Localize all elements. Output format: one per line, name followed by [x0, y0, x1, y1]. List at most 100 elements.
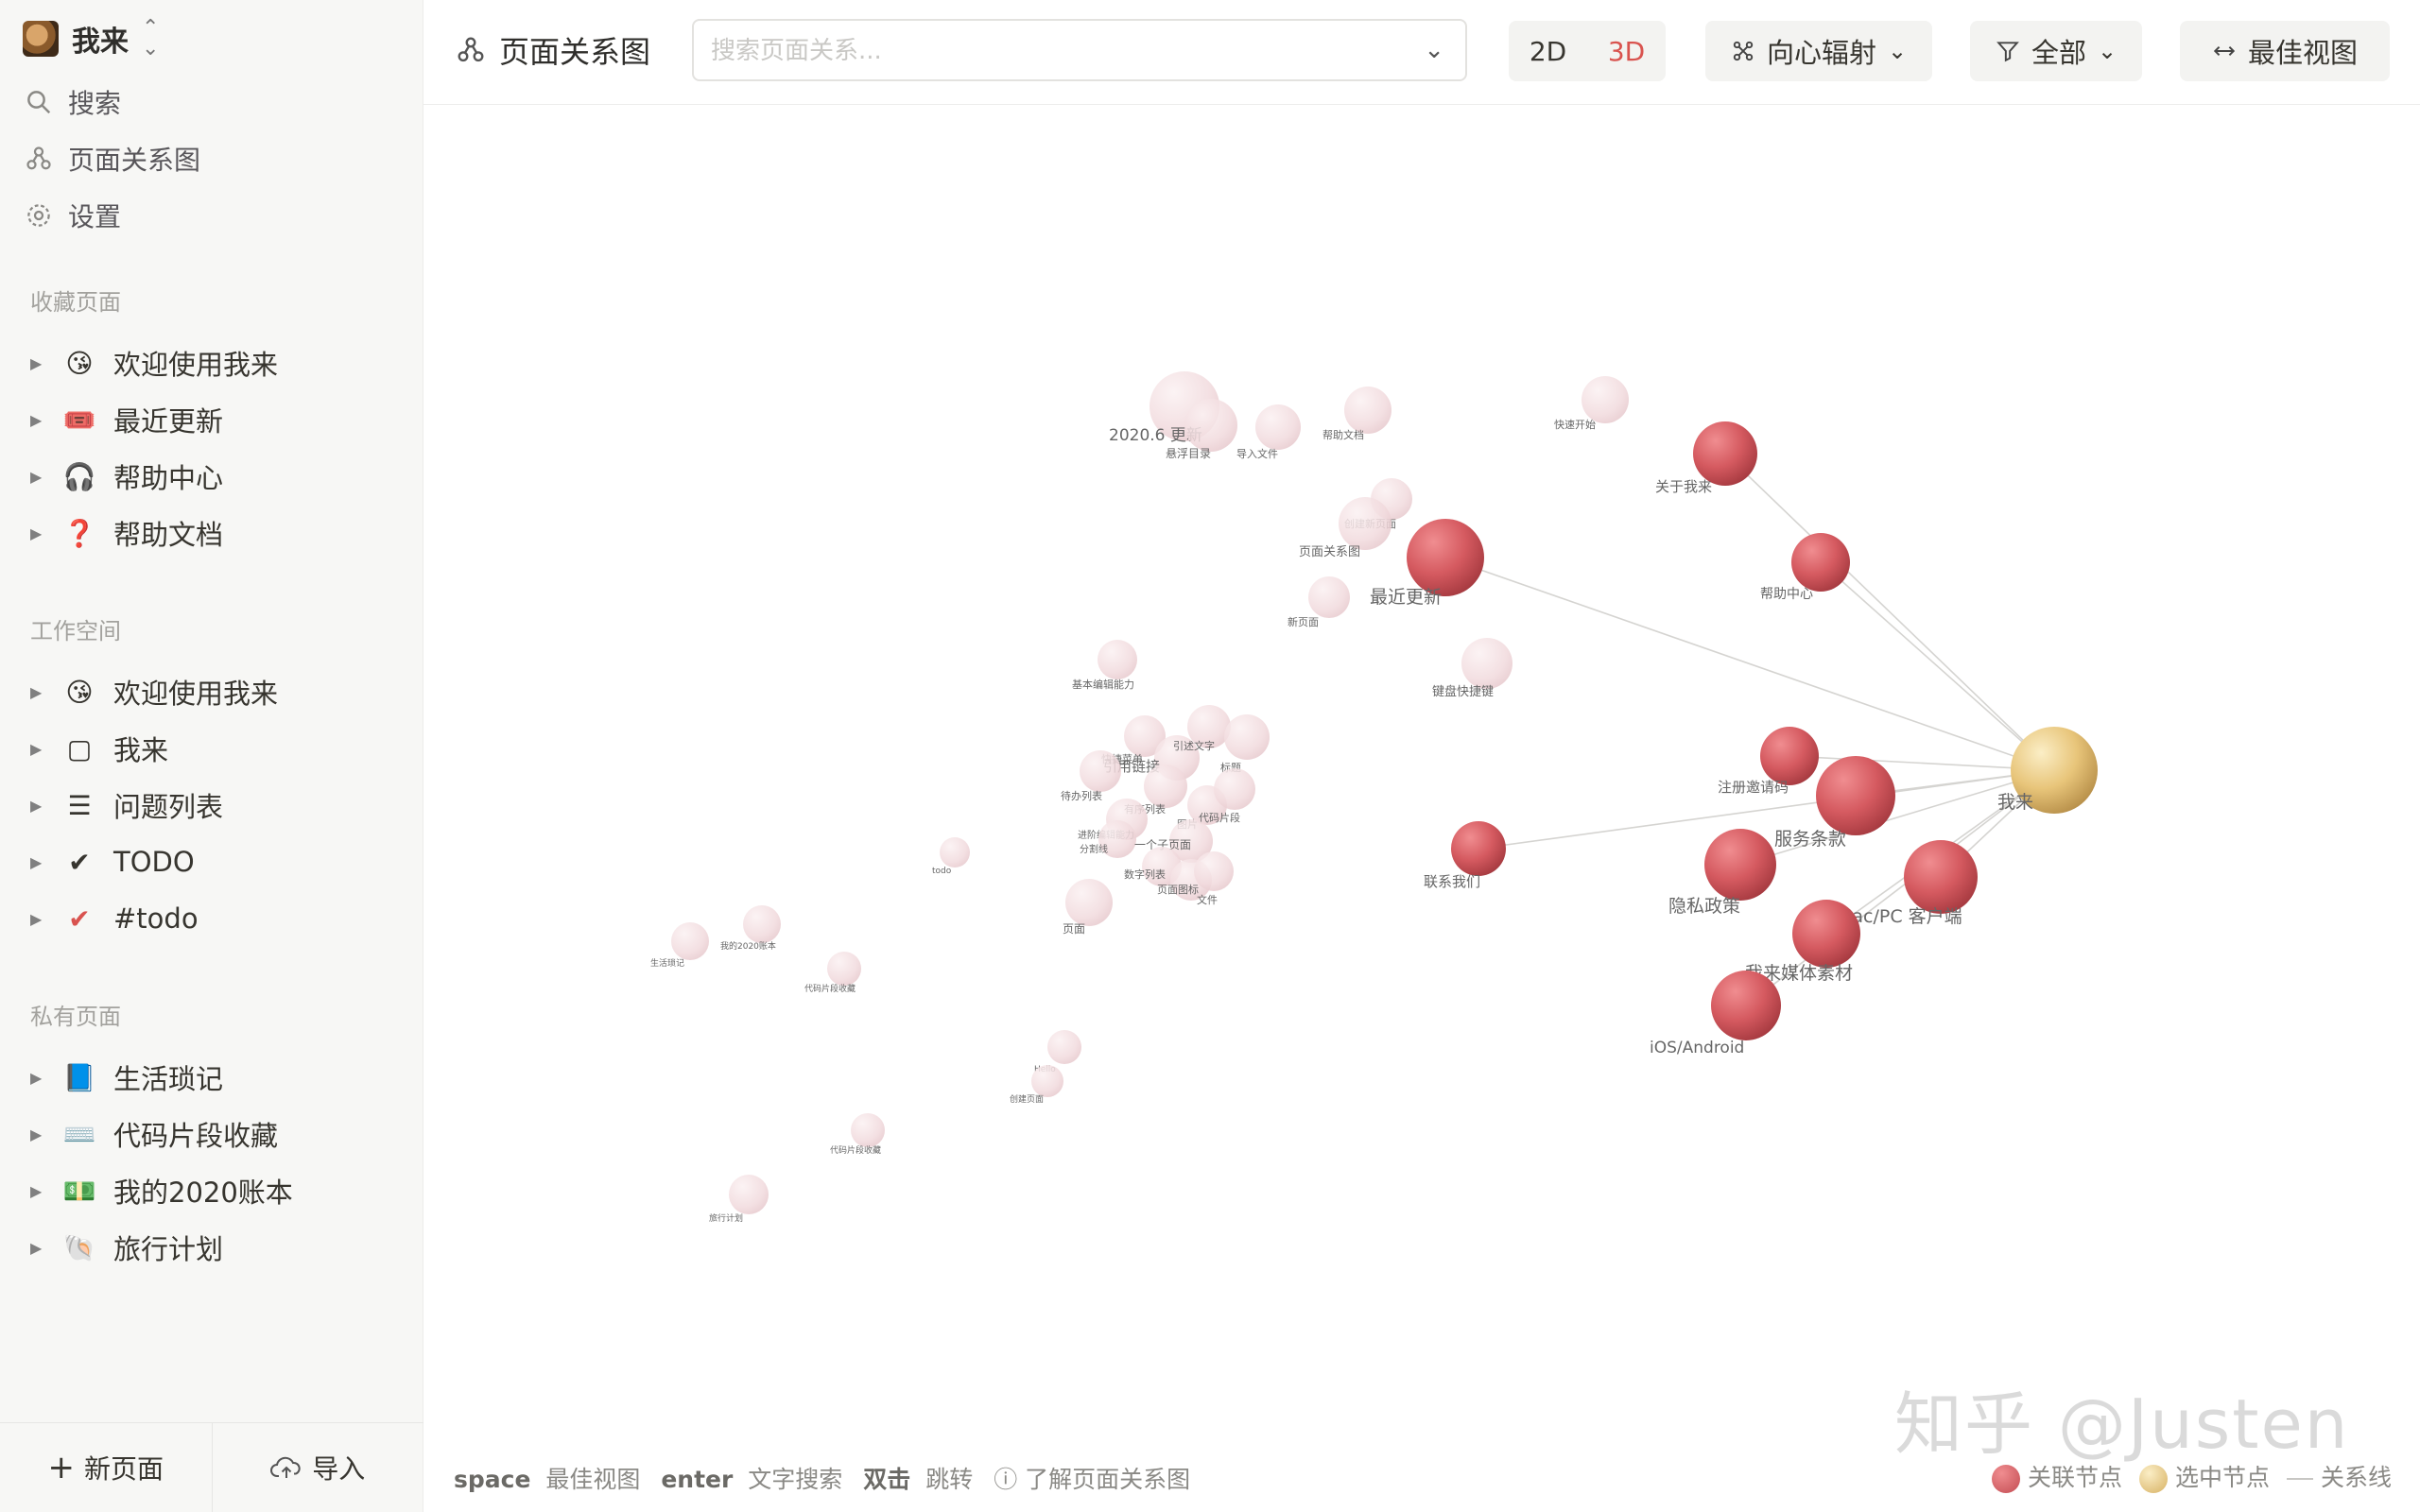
caret-right-icon[interactable]: ▶ [30, 1069, 49, 1087]
workspace-switcher[interactable]: 我来 ⌃ ⌄ [23, 18, 159, 60]
selected-node[interactable]: 我来 [1997, 727, 2098, 814]
node-sphere[interactable] [827, 952, 861, 986]
node-sphere[interactable] [1816, 756, 1895, 835]
graph-svg[interactable]: 2020.6 更新悬浮目录导入文件帮助文档快速开始创建新页面页面关系图新页面键盘… [424, 104, 2420, 1455]
faded-node[interactable]: 导入文件 [1236, 404, 1301, 460]
node-sphere[interactable] [1194, 851, 1234, 891]
layout-dropdown[interactable]: 向心辐射 ⌄ [1705, 21, 1932, 81]
node-sphere[interactable] [1047, 1030, 1081, 1064]
private-item[interactable]: ▶ 🐚 旅行计划 [30, 1225, 223, 1270]
node-sphere[interactable] [743, 905, 781, 943]
caret-right-icon[interactable]: ▶ [30, 1239, 49, 1257]
node-sphere[interactable] [851, 1113, 885, 1147]
related-node[interactable]: 关于我来 [1655, 421, 1757, 495]
node-sphere[interactable] [940, 837, 970, 868]
filter-dropdown[interactable]: 全部 ⌄ [1970, 21, 2142, 81]
faded-node[interactable]: 新页面 [1288, 576, 1350, 628]
workspace-item[interactable]: ▶ ☰ 问题列表 [30, 782, 223, 828]
workspace-item[interactable]: ▶ 😘 欢迎使用我来 [30, 669, 278, 714]
node-sphere[interactable] [1711, 971, 1781, 1040]
node-sphere[interactable] [1760, 727, 1819, 785]
faded-node[interactable]: 快速开始 [1554, 376, 1629, 431]
node-sphere[interactable] [1339, 497, 1392, 550]
node-sphere[interactable] [1791, 533, 1850, 592]
faded-node[interactable]: 代码片段收藏 [804, 952, 861, 994]
private-item[interactable]: ▶ ⌨️ 代码片段收藏 [30, 1111, 278, 1157]
node-sphere[interactable] [1065, 879, 1113, 926]
caret-right-icon[interactable]: ▶ [30, 740, 49, 758]
new-page-button[interactable]: + 新页面 [0, 1423, 212, 1512]
caret-right-icon[interactable]: ▶ [30, 683, 49, 701]
related-node[interactable]: iOS/Android [1650, 971, 1781, 1057]
node-sphere[interactable] [1693, 421, 1757, 486]
faded-node[interactable]: 我的2020账本 [720, 905, 781, 952]
mode-2d-button[interactable]: 2D [1509, 21, 1587, 81]
caret-right-icon[interactable]: ▶ [30, 411, 49, 429]
favorite-item[interactable]: ▶ ❓ 帮助文档 [30, 510, 223, 556]
node-sphere[interactable] [1461, 638, 1512, 689]
favorite-item[interactable]: ▶ 😘 欢迎使用我来 [30, 340, 278, 386]
graph-search-input[interactable] [694, 21, 1393, 81]
faded-node[interactable]: 生活琐记 [650, 922, 709, 969]
node-sphere[interactable] [1904, 840, 1978, 914]
node-sphere[interactable] [1098, 640, 1137, 679]
caret-right-icon[interactable]: ▶ [30, 797, 49, 815]
related-node[interactable]: 联系我们 [1424, 821, 1506, 890]
related-node[interactable]: Mac/PC 客户端 [1837, 840, 1978, 927]
related-node[interactable]: 帮助中心 [1760, 533, 1850, 602]
private-item[interactable]: ▶ 💵 我的2020账本 [30, 1168, 293, 1213]
workspace-item[interactable]: ▶ ▢ 我来 [30, 726, 168, 771]
best-view-button[interactable]: 最佳视图 [2180, 21, 2390, 81]
node-sphere[interactable] [1031, 1065, 1063, 1097]
faded-node[interactable]: 创建页面 [1010, 1065, 1063, 1105]
node-sphere[interactable] [1184, 399, 1237, 452]
node-sphere[interactable] [1308, 576, 1350, 618]
related-node[interactable]: 注册邀请码 [1718, 727, 1819, 796]
mode-3d-button[interactable]: 3D [1587, 21, 1666, 81]
node-sphere[interactable] [671, 922, 709, 960]
faded-node[interactable]: 帮助文档 [1322, 387, 1392, 441]
related-node[interactable]: 我来媒体素材 [1745, 900, 1860, 984]
node-sphere[interactable] [1451, 821, 1506, 876]
faded-node[interactable]: 引述文字 [1173, 705, 1231, 752]
caret-right-icon[interactable]: ▶ [30, 1125, 49, 1143]
node-sphere[interactable] [1214, 768, 1255, 810]
faded-node[interactable]: 文件 [1194, 851, 1234, 906]
node-sphere[interactable] [1224, 714, 1270, 760]
caret-right-icon[interactable]: ▶ [30, 853, 49, 871]
node-sphere[interactable] [1255, 404, 1301, 450]
workspace-item[interactable]: ▶ ✔ #todo [30, 896, 199, 941]
chevron-down-icon[interactable]: ⌄ [1424, 36, 1444, 64]
faded-node[interactable]: 代码片段收藏 [830, 1113, 885, 1156]
help-link[interactable]: ⓘ 了解页面关系图 [994, 1461, 1190, 1495]
caret-right-icon[interactable]: ▶ [30, 524, 49, 542]
node-sphere[interactable] [1407, 519, 1484, 596]
caret-right-icon[interactable]: ▶ [30, 354, 49, 372]
favorite-item[interactable]: ▶ 🎧 帮助中心 [30, 454, 223, 499]
faded-node[interactable]: 页面 [1063, 879, 1113, 936]
faded-node[interactable]: 页面关系图 [1299, 497, 1392, 559]
faded-node[interactable]: 基本编辑能力 [1072, 640, 1137, 691]
faded-node[interactable]: todo [932, 837, 970, 876]
node-sphere[interactable] [729, 1175, 769, 1214]
caret-right-icon[interactable]: ▶ [30, 468, 49, 486]
graph-search[interactable]: ⌄ [692, 19, 1467, 81]
caret-right-icon[interactable]: ▶ [30, 1182, 49, 1200]
favorite-item[interactable]: ▶ 🎟️ 最近更新 [30, 397, 223, 442]
nav-search[interactable]: 搜索 [25, 81, 121, 123]
node-sphere[interactable] [1582, 376, 1629, 423]
workspace-item[interactable]: ▶ ✔ TODO [30, 839, 195, 885]
node-sphere[interactable] [1080, 750, 1121, 792]
faded-node[interactable]: 待办列表 [1061, 750, 1121, 802]
caret-right-icon[interactable]: ▶ [30, 910, 49, 928]
faded-node[interactable]: 键盘快捷键 [1432, 638, 1512, 699]
node-layer[interactable]: 2020.6 更新悬浮目录导入文件帮助文档快速开始创建新页面页面关系图新页面键盘… [650, 371, 2098, 1224]
nav-settings[interactable]: 设置 [25, 195, 121, 236]
node-sphere[interactable] [1344, 387, 1392, 434]
import-button[interactable]: 导入 [211, 1423, 424, 1512]
related-node[interactable]: 隐私政策 [1668, 829, 1776, 917]
node-sphere[interactable] [1792, 900, 1860, 968]
nav-graph[interactable]: 页面关系图 [25, 138, 200, 180]
private-item[interactable]: ▶ 📘 生活琐记 [30, 1055, 223, 1100]
faded-node[interactable]: 旅行计划 [709, 1175, 769, 1224]
